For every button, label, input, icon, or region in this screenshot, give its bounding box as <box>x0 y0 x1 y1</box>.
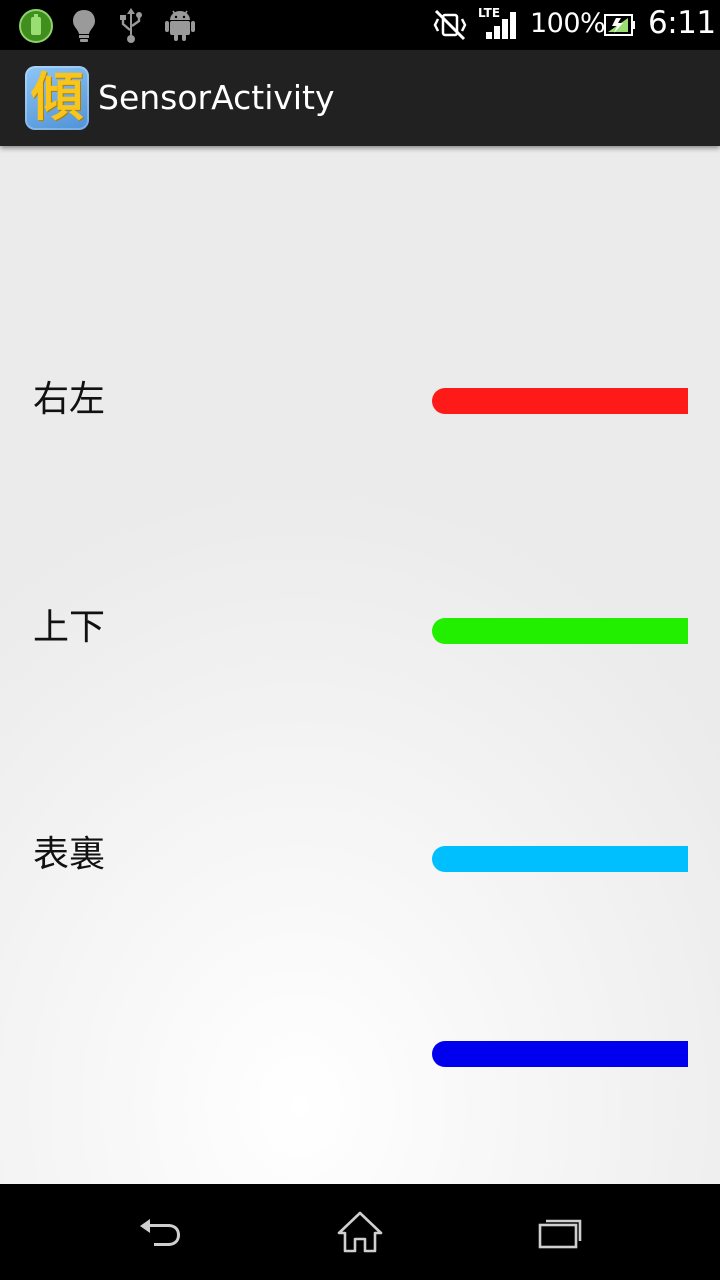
sensor-bar-face <box>432 846 688 872</box>
sensor-label-pitch: 上下 <box>33 607 106 648</box>
usb-icon <box>120 8 142 43</box>
sensor-bar-pitch <box>432 618 688 644</box>
home-icon <box>337 1211 383 1253</box>
sensor-panel: 右左 上下 表裏 <box>0 146 720 1184</box>
screen: LTE 100% 6:11 傾 SensorActivity 右左 上下 表裏 <box>0 0 720 1280</box>
app-icon[interactable]: 傾 <box>25 66 89 130</box>
app-icon-glyph: 傾 <box>30 68 83 128</box>
back-button[interactable] <box>80 1184 240 1280</box>
status-bar: LTE 100% 6:11 <box>0 0 720 50</box>
battery-app-icon <box>19 9 53 43</box>
home-button[interactable] <box>280 1184 440 1280</box>
back-icon <box>140 1219 180 1246</box>
sensor-bar-roll <box>432 388 688 414</box>
sensor-label-roll: 右左 <box>33 379 106 420</box>
status-clock: 6:11 <box>648 5 716 41</box>
battery-icon <box>604 14 635 36</box>
recents-icon <box>538 1219 582 1249</box>
android-icon <box>165 10 195 41</box>
action-bar: 傾 SensorActivity <box>0 50 720 146</box>
sensor-bar-4 <box>432 1041 688 1067</box>
signal-icon <box>486 12 516 39</box>
navigation-bar <box>0 1184 720 1280</box>
recents-button[interactable] <box>480 1184 640 1280</box>
sensor-label-face: 表裏 <box>33 834 106 875</box>
app-title: SensorActivity <box>98 78 335 117</box>
lightbulb-icon <box>73 10 95 42</box>
battery-percent: 100% <box>530 8 606 39</box>
vibrate-off-icon <box>433 9 467 41</box>
